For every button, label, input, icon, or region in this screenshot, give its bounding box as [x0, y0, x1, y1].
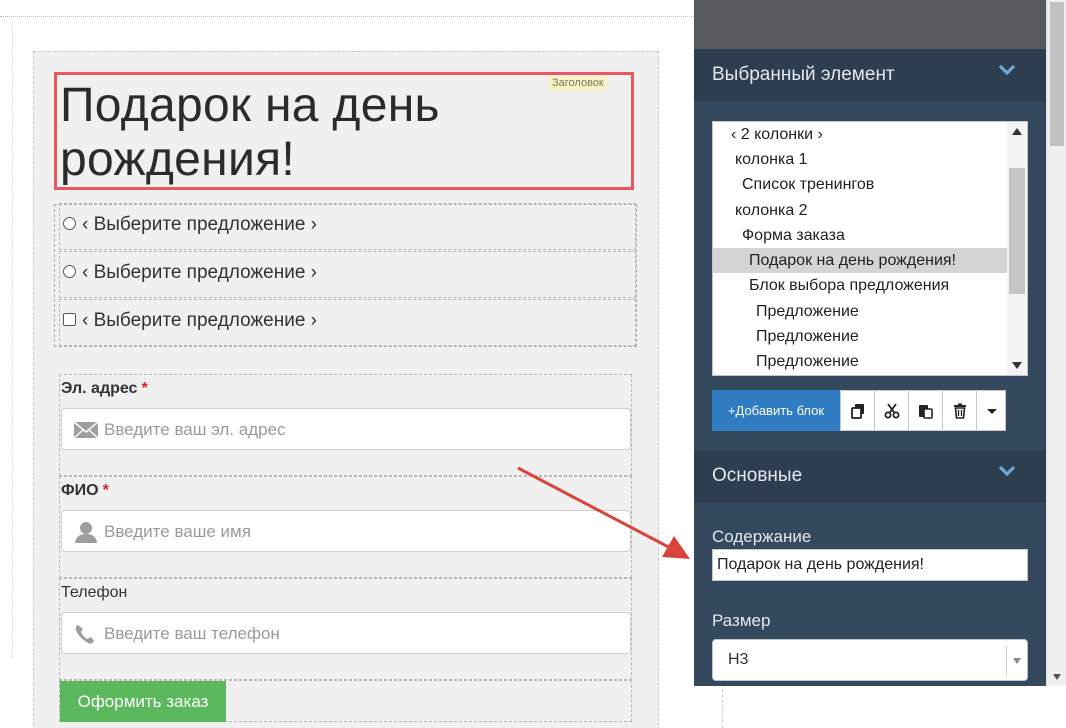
editor-screen: Подарок на день рождения! Заголовок ‹ Вы… [0, 0, 1066, 728]
name-label: ФИО * [61, 482, 109, 499]
tree-item[interactable]: колонка 2 [713, 198, 1007, 223]
phone-input[interactable] [104, 621, 604, 647]
required-mark: * [102, 482, 109, 499]
name-input-box[interactable] [61, 510, 631, 552]
tree-item[interactable]: Форма заказа [713, 223, 1007, 248]
radio-button[interactable] [63, 265, 76, 278]
user-icon [75, 522, 97, 543]
envelope-icon [73, 421, 99, 439]
offer-option[interactable]: ‹ Выберите предложение › [59, 251, 636, 298]
canvas-left-guide [12, 26, 13, 658]
scroll-thumb[interactable] [1009, 168, 1025, 294]
tree-scrollbar[interactable] [1007, 122, 1027, 375]
tree-item[interactable]: Предложение [713, 299, 1007, 324]
trash-icon [954, 403, 966, 419]
phone-input-box[interactable] [61, 612, 631, 654]
scissors-icon [884, 403, 900, 419]
canvas-right-guide [722, 684, 723, 728]
selected-element-title: Выбранный элемент [712, 64, 895, 85]
tree-item[interactable]: колонка 1 [713, 147, 1007, 172]
caret-down-icon [987, 409, 997, 414]
main-section-title: Основные [712, 465, 803, 486]
submit-order-button[interactable]: Оформить заказ [60, 681, 226, 722]
tree-item[interactable]: Предложение [713, 324, 1007, 349]
name-input[interactable] [104, 519, 604, 545]
selected-element-section-header[interactable]: Выбранный элемент [694, 49, 1046, 102]
main-section-header[interactable]: Основные [694, 450, 1046, 503]
panel-top-bar [694, 0, 1046, 49]
properties-panel: Выбранный элемент ‹ 2 колонки › колонка … [694, 0, 1046, 686]
add-block-button[interactable]: +Добавить блок [712, 390, 840, 431]
phone-field-block[interactable]: Телефон [59, 578, 632, 680]
offer-option[interactable]: ‹ Выберите предложение › [59, 203, 636, 250]
email-label: Эл. адрес * [61, 380, 148, 397]
paste-icon [919, 405, 933, 419]
tree-item[interactable]: Блок выбора предложения [713, 273, 1007, 298]
tree-item[interactable]: ‹ 2 колонки › [713, 122, 1007, 147]
tree-item[interactable]: Предложение [713, 349, 1007, 374]
page-scroll-thumb[interactable] [1050, 2, 1064, 146]
radio-button[interactable] [63, 217, 76, 230]
content-label: Содержание [712, 527, 812, 546]
chevron-down-icon[interactable] [998, 464, 1016, 478]
content-input[interactable] [712, 549, 1028, 581]
email-input-box[interactable] [61, 408, 631, 450]
delete-button[interactable] [942, 390, 977, 431]
size-select[interactable]: H3 [712, 639, 1028, 681]
required-mark: * [141, 380, 148, 397]
name-field-block[interactable]: ФИО * [59, 476, 632, 578]
phone-icon [75, 625, 94, 644]
more-actions-dropdown[interactable] [976, 390, 1006, 431]
page-scroll-down-arrow-icon[interactable] [1053, 674, 1061, 680]
caret-down-icon[interactable] [1013, 658, 1021, 664]
tree-item-selected[interactable]: Подарок на день рождения! [713, 248, 1007, 273]
size-select-value: H3 [728, 651, 749, 668]
element-tree-list[interactable]: ‹ 2 колонки › колонка 1 Список тренингов… [712, 121, 1028, 376]
email-input[interactable] [104, 417, 604, 443]
canvas-top-guide [0, 16, 694, 17]
paste-button[interactable] [908, 390, 943, 431]
chevron-down-icon[interactable] [998, 63, 1016, 77]
size-label: Размер [712, 611, 771, 630]
copy-icon [851, 404, 864, 419]
offer-option-label: ‹ Выберите предложение › [82, 214, 317, 235]
offer-option[interactable]: ‹ Выберите предложение › [59, 299, 636, 346]
offer-option-label: ‹ Выберите предложение › [82, 310, 317, 331]
page-heading[interactable]: Подарок на день рождения! [60, 79, 620, 187]
phone-label: Телефон [61, 584, 128, 601]
scroll-up-arrow-icon[interactable] [1012, 128, 1022, 135]
offer-option-label: ‹ Выберите предложение › [82, 262, 317, 283]
page-scrollbar[interactable] [1046, 0, 1066, 686]
scroll-down-arrow-icon[interactable] [1012, 362, 1022, 369]
select-divider [1006, 646, 1007, 676]
email-field-block[interactable]: Эл. адрес * [59, 374, 632, 476]
checkbox[interactable] [63, 313, 76, 326]
copy-button[interactable] [840, 390, 875, 431]
element-type-tag: Заголовок [549, 76, 607, 91]
tree-item[interactable]: Список тренингов [713, 172, 1007, 197]
cut-button[interactable] [874, 390, 909, 431]
